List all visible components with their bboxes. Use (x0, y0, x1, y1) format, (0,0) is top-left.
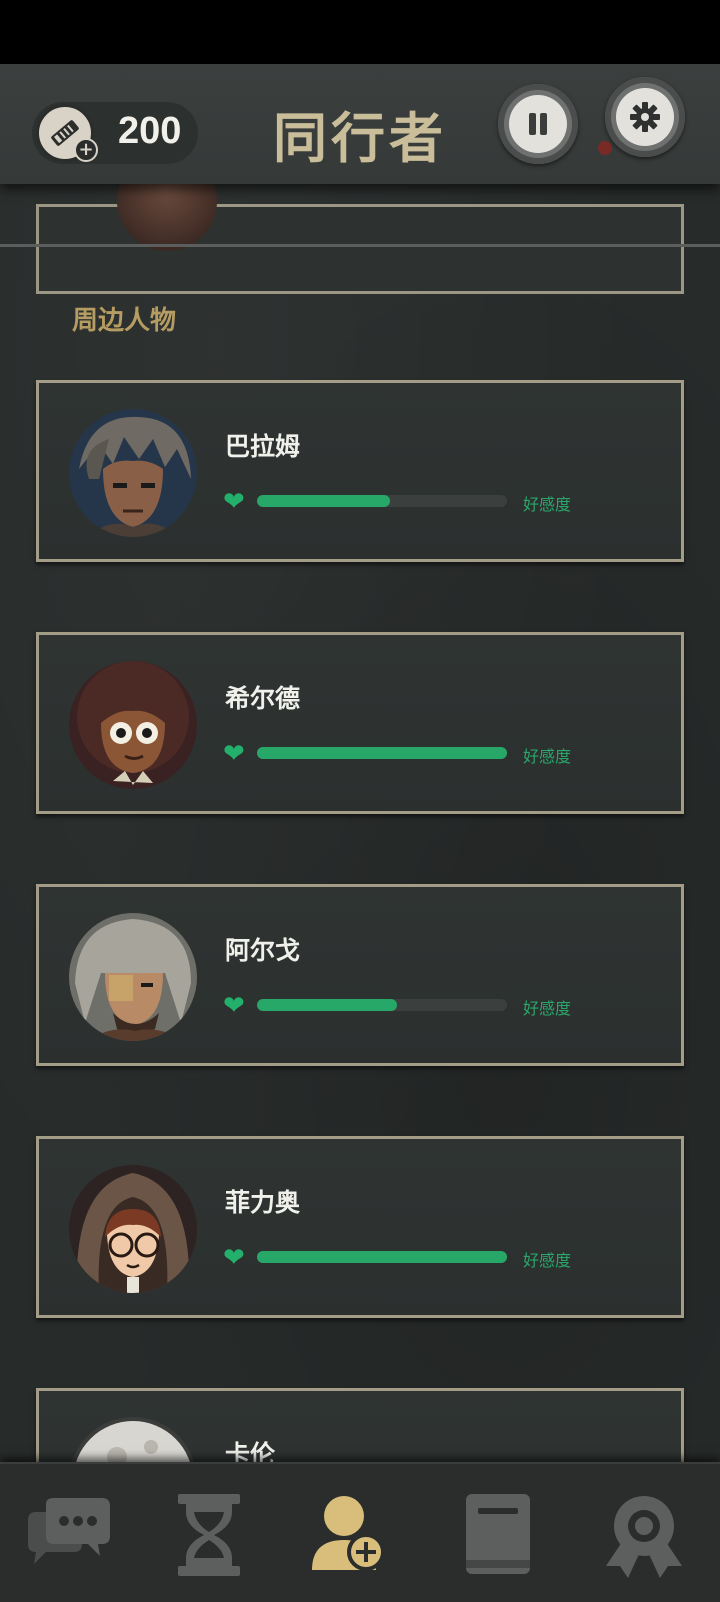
avatar (69, 1165, 197, 1293)
pause-button[interactable] (498, 84, 578, 164)
pause-icon (529, 113, 547, 135)
affinity-bar-fill (257, 1251, 507, 1263)
character-card[interactable]: 巴拉姆 ❤ 好感度 (36, 380, 684, 562)
notification-dot (598, 141, 612, 155)
add-person-icon (312, 1496, 385, 1571)
character-card[interactable]: 阿尔戈 ❤ 好感度 (36, 884, 684, 1066)
avatar (69, 1417, 197, 1462)
divider (0, 244, 720, 247)
companion-list[interactable]: 周边人物 巴拉姆 ❤ 好感度 希尔德 ❤ 好感度 阿尔戈 ❤ 好感度 菲力奥 ❤… (0, 64, 720, 1462)
nav-journal[interactable] (454, 1490, 544, 1580)
affinity-bar (257, 999, 507, 1011)
chat-bubbles-icon (28, 1498, 110, 1564)
avatar (69, 661, 197, 789)
nav-achievements[interactable] (600, 1490, 690, 1580)
character-name: 卡伦 (225, 1440, 276, 1462)
affinity-bar (257, 495, 507, 507)
heart-icon: ❤ (223, 991, 245, 1021)
affinity-label: 好感度 (523, 495, 572, 514)
avatar (69, 913, 197, 1041)
character-card[interactable]: 卡伦 (36, 1388, 684, 1462)
avatar (69, 409, 197, 537)
status-bar (0, 0, 720, 64)
nav-time[interactable] (164, 1490, 254, 1580)
affinity-label: 好感度 (523, 999, 572, 1018)
affinity-label: 好感度 (523, 747, 572, 766)
hourglass-icon (178, 1494, 240, 1576)
heart-icon: ❤ (223, 1243, 245, 1273)
section-title: 周边人物 (72, 306, 177, 336)
medal-icon (606, 1496, 682, 1578)
character-card[interactable]: 菲力奥 ❤ 好感度 (36, 1136, 684, 1318)
character-name: 巴拉姆 (225, 432, 301, 461)
settings-button[interactable] (605, 77, 685, 157)
book-icon (466, 1494, 530, 1574)
affinity-label: 好感度 (523, 1251, 572, 1270)
affinity-bar-fill (257, 999, 397, 1011)
character-card[interactable]: 希尔德 ❤ 好感度 (36, 632, 684, 814)
character-name: 菲力奥 (225, 1188, 301, 1217)
gear-icon (630, 102, 660, 132)
character-name: 阿尔戈 (225, 936, 301, 965)
affinity-bar-fill (257, 495, 390, 507)
heart-icon: ❤ (223, 739, 245, 769)
character-name: 希尔德 (225, 684, 301, 713)
nav-chat[interactable] (24, 1490, 114, 1580)
heart-icon: ❤ (223, 487, 245, 517)
affinity-bar-fill (257, 747, 507, 759)
nav-companions[interactable] (310, 1490, 400, 1580)
partial-character-card[interactable] (36, 151, 684, 294)
affinity-bar (257, 747, 507, 759)
affinity-bar (257, 1251, 507, 1263)
bottom-nav (0, 1462, 720, 1602)
